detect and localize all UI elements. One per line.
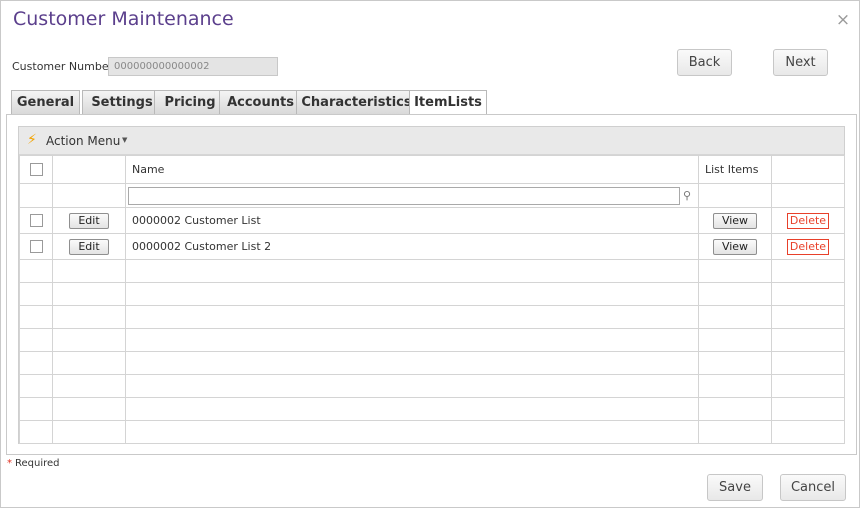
next-button[interactable]: Next — [773, 49, 828, 76]
close-icon[interactable]: × — [834, 10, 852, 30]
tab-characteristics[interactable]: Characteristics — [296, 90, 417, 114]
action-menu[interactable]: Action Menu — [46, 134, 120, 148]
view-button[interactable]: View — [712, 238, 758, 255]
grid-toolbar: ⚡ Action Menu ▼ — [19, 127, 844, 155]
header-list-items[interactable]: List Items — [698, 155, 772, 184]
caret-down-icon[interactable]: ▼ — [122, 136, 127, 144]
empty-row — [19, 397, 845, 421]
header-edit-col — [52, 155, 126, 184]
itemlists-grid: ⚡ Action Menu ▼ Name List Items ⚲ Edit 0… — [18, 126, 845, 444]
lightning-bolt-icon: ⚡ — [27, 132, 37, 148]
dialog-title: Customer Maintenance — [13, 8, 234, 30]
edit-button[interactable]: Edit — [69, 238, 109, 255]
row-name: 0000002 Customer List — [125, 207, 699, 234]
row-name: 0000002 Customer List 2 — [125, 233, 699, 260]
empty-row — [19, 259, 845, 283]
select-all-cell — [19, 155, 53, 184]
empty-row — [19, 305, 845, 329]
delete-button[interactable]: Delete — [786, 212, 830, 229]
empty-row — [19, 420, 845, 444]
table-row: Edit 0000002 Customer List View Delete — [19, 207, 845, 234]
edit-button[interactable]: Edit — [69, 212, 109, 229]
grid-table: Name List Items ⚲ Edit 0000002 Customer … — [19, 155, 845, 444]
table-row: Edit 0000002 Customer List 2 View Delete — [19, 233, 845, 260]
tab-settings[interactable]: Settings — [82, 90, 162, 114]
header-row: Name List Items — [19, 155, 845, 184]
required-label: Required — [15, 458, 60, 469]
tab-accounts[interactable]: Accounts — [219, 90, 302, 114]
empty-row — [19, 328, 845, 352]
cancel-button[interactable]: Cancel — [780, 474, 846, 501]
required-star: * — [7, 458, 12, 469]
empty-row — [19, 374, 845, 398]
itemlists-panel: ⚡ Action Menu ▼ Name List Items ⚲ Edit 0… — [6, 114, 857, 455]
empty-row — [19, 282, 845, 306]
view-button[interactable]: View — [712, 212, 758, 229]
tab-itemlists[interactable]: ItemLists — [409, 90, 487, 116]
filter-icon[interactable]: ⚲ — [683, 189, 691, 202]
back-button[interactable]: Back — [677, 49, 732, 76]
header-name[interactable]: Name — [125, 155, 699, 184]
delete-button[interactable]: Delete — [786, 238, 830, 255]
customer-number-label: Customer Number: — [12, 60, 117, 73]
empty-row — [19, 351, 845, 375]
row-checkbox[interactable] — [29, 240, 43, 254]
select-all-checkbox[interactable] — [29, 163, 43, 177]
tab-pricing[interactable]: Pricing — [154, 90, 226, 114]
name-filter-cell: ⚲ — [125, 183, 699, 208]
header-delete-col — [771, 155, 845, 184]
name-filter-input[interactable] — [128, 186, 680, 205]
tab-general[interactable]: General — [11, 90, 80, 114]
required-note: * Required — [7, 458, 60, 469]
customer-number-field: 000000000000002 — [108, 57, 278, 76]
save-button[interactable]: Save — [707, 474, 763, 501]
filter-row: ⚲ — [19, 183, 845, 208]
customer-maintenance-dialog: Customer Maintenance × Customer Number: … — [0, 0, 860, 508]
row-checkbox[interactable] — [29, 214, 43, 228]
